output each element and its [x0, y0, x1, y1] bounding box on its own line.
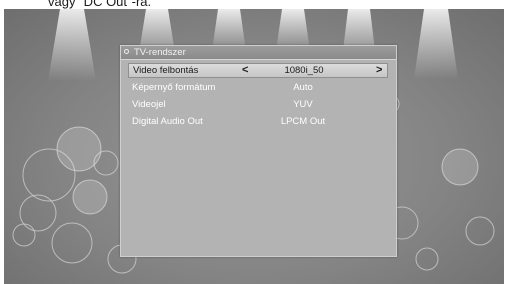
setting-row-digital-audio-out[interactable]: Digital Audio Out LPCM Out	[128, 114, 388, 129]
setting-row-video-signal[interactable]: Videojel YUV	[128, 97, 388, 112]
chevron-right-icon[interactable]: >	[376, 64, 382, 77]
setting-label: Video felbontás	[133, 65, 199, 76]
page-caption: vagy "DC Out"-ra.	[48, 0, 152, 9]
setting-value: Auto	[293, 82, 313, 93]
panel-title: TV-rendszer	[134, 47, 186, 58]
setting-label: Képernyő formátum	[132, 82, 216, 93]
setting-row-video-resolution[interactable]: Video felbontás < 1080i_50 >	[128, 63, 388, 78]
tv-screen: TV-rendszer Video felbontás < 1080i_50 >…	[4, 9, 504, 284]
setting-label: Digital Audio Out	[132, 116, 203, 127]
setting-row-screen-format[interactable]: Képernyő formátum Auto	[128, 80, 388, 95]
tv-system-settings-panel: TV-rendszer Video felbontás < 1080i_50 >…	[120, 45, 397, 257]
setting-value: LPCM Out	[280, 116, 326, 127]
title-bullet-icon	[124, 49, 129, 54]
setting-label: Videojel	[132, 99, 166, 110]
settings-list: Video felbontás < 1080i_50 > Képernyő fo…	[128, 63, 388, 131]
setting-value: YUV	[293, 99, 313, 110]
panel-title-bar: TV-rendszer	[121, 46, 396, 60]
setting-value: 1080i_50	[284, 65, 324, 76]
